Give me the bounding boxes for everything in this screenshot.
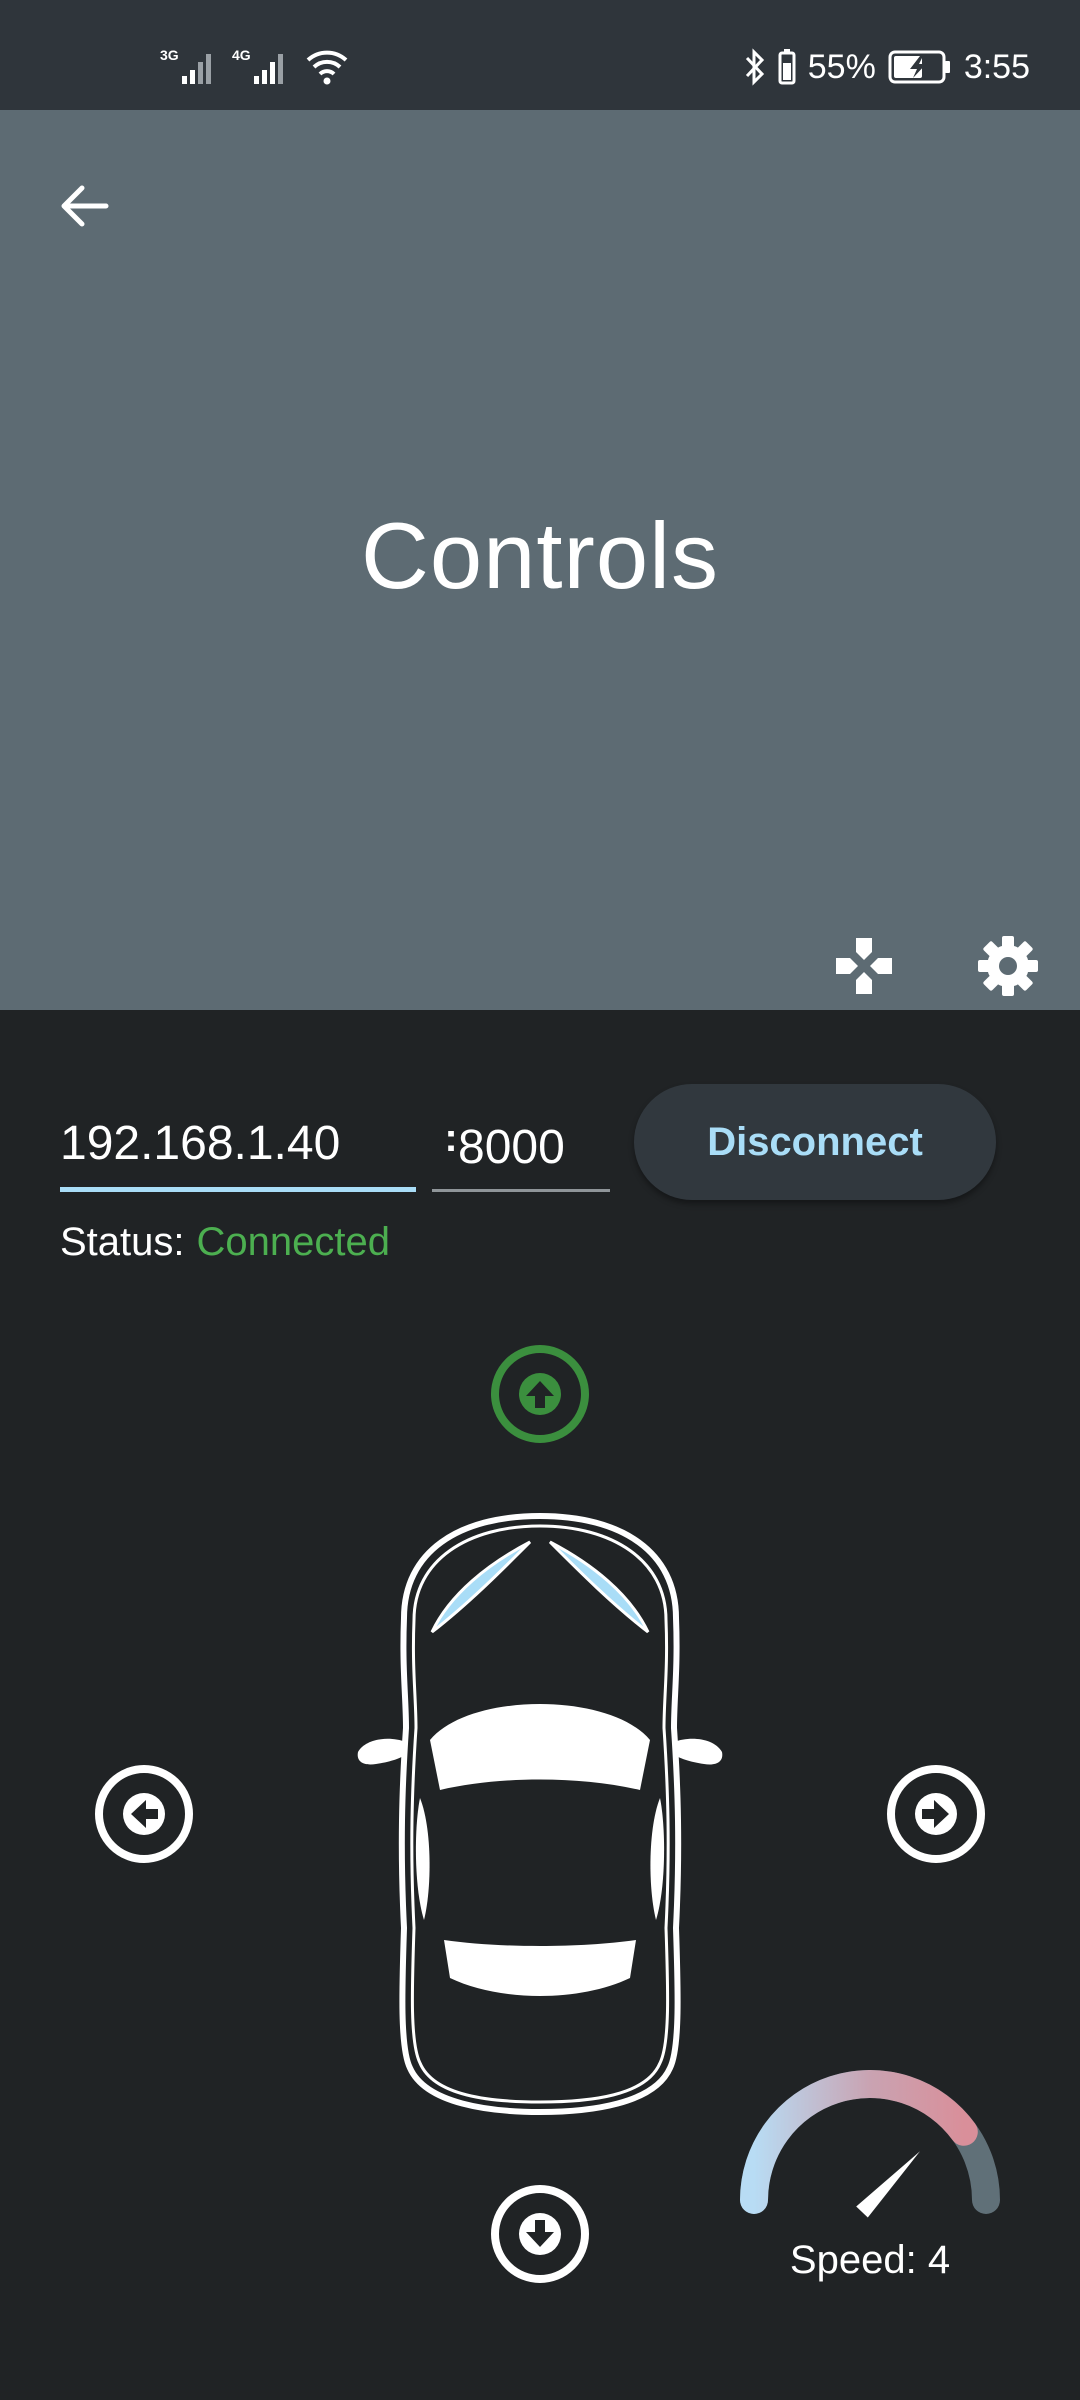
connection-form: 192.168.1.40 : 8000 Disconnect xyxy=(60,1080,1020,1210)
forward-button[interactable] xyxy=(490,1344,590,1444)
signal-4g-icon: 4G xyxy=(232,47,283,84)
speed-label: Speed: 4 xyxy=(789,2238,951,2282)
port-input[interactable]: 8000 xyxy=(432,1080,610,1192)
back-button[interactable] xyxy=(44,166,124,246)
ip-address-input[interactable]: 192.168.1.40 xyxy=(60,1080,416,1192)
signal-3g-icon: 3G xyxy=(160,47,211,84)
gamepad-icon xyxy=(836,938,892,994)
svg-text:4G: 4G xyxy=(232,47,251,63)
svg-text:3G: 3G xyxy=(160,47,179,63)
battery-charging-icon xyxy=(888,50,950,84)
connection-status: Status: Connected xyxy=(60,1220,390,1265)
battery-percent: 55% xyxy=(807,47,876,86)
arrow-up-circle-icon xyxy=(491,1345,589,1443)
arrow-back-icon xyxy=(61,185,109,227)
gauge-fill xyxy=(740,2070,978,2214)
page-title: Controls xyxy=(360,503,720,608)
arrow-right-circle-icon xyxy=(887,1765,985,1863)
status-label: Status: xyxy=(60,1220,185,1264)
gamepad-button[interactable] xyxy=(824,926,904,1006)
backward-button[interactable] xyxy=(490,2184,590,2284)
status-bar: 3G 4G 55% 3:55 xyxy=(0,0,1080,110)
gauge-needle xyxy=(856,2151,920,2218)
speed-gauge xyxy=(740,2070,1000,2218)
car-top-view-icon xyxy=(357,1512,723,2116)
right-button[interactable] xyxy=(886,1764,986,1864)
clock: 3:55 xyxy=(963,47,1030,86)
system-indicators: 55% 3:55 xyxy=(744,40,1030,94)
disconnect-button[interactable]: Disconnect xyxy=(634,1084,996,1200)
wifi-icon xyxy=(306,50,348,85)
bluetooth-icon xyxy=(745,48,764,86)
settings-icon xyxy=(978,936,1038,996)
network-indicators: 3G 4G xyxy=(160,44,350,88)
status-value: Connected xyxy=(196,1220,390,1264)
arrow-left-circle-icon xyxy=(95,1765,193,1863)
arrow-down-circle-icon xyxy=(491,2185,589,2283)
settings-button[interactable] xyxy=(968,926,1048,1006)
battery-saver-icon xyxy=(778,49,796,85)
app-bar: Controls xyxy=(0,110,1080,1010)
left-button[interactable] xyxy=(94,1764,194,1864)
